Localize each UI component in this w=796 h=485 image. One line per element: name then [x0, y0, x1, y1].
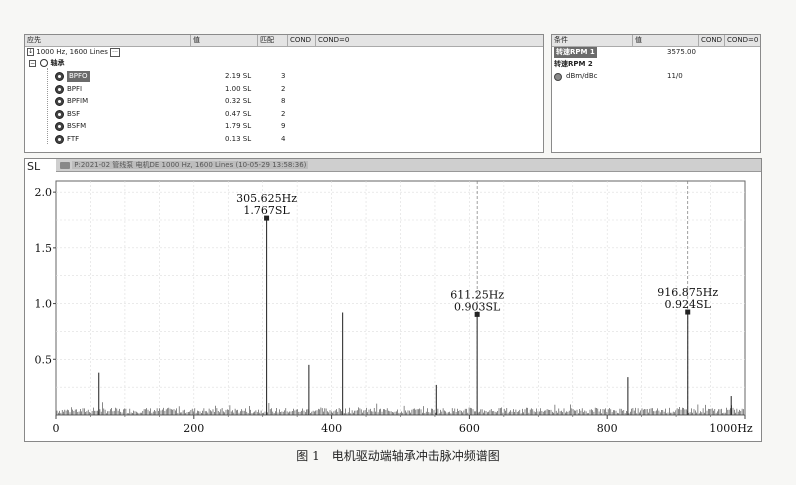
- x-tick-label: 0: [53, 422, 60, 435]
- bearing-value: 1.79 SL: [225, 122, 252, 130]
- col-header-match[interactable]: 匹配: [257, 35, 274, 46]
- bearing-table-header: 应先 值 匹配 COND COND=0: [25, 35, 543, 47]
- bearing-icon: [55, 84, 64, 94]
- bearing-icon: [55, 72, 64, 81]
- y-tick-label: 0.5: [35, 353, 53, 366]
- bearing-value: 0.13 SL: [225, 134, 252, 143]
- bearing-value: 0.47 SL: [225, 109, 252, 118]
- x-tick-label: 1000Hz: [709, 422, 753, 435]
- spectrum-chart-panel: SL P:2021-02 管线泵 电机DE 1000 Hz, 1600 Line…: [24, 158, 762, 442]
- bearing-name: BSF: [67, 109, 81, 118]
- y-tick-label: 1.0: [35, 298, 53, 311]
- root-node-label: 1000 Hz, 1600 Lines: [36, 48, 108, 56]
- col-header-value[interactable]: 值: [190, 35, 200, 46]
- root-node[interactable]: ↓ 1000 Hz, 1600 Lines ···: [27, 47, 120, 58]
- bearing-match-count: 2: [281, 109, 286, 118]
- bearing-group-label: 轴承: [50, 59, 65, 67]
- bearing-row[interactable]: BPFO 2.19 SL 3: [25, 71, 535, 82]
- bearing-name: BPFO: [67, 71, 90, 82]
- bearing-match-count: 4: [281, 134, 286, 143]
- bearing-name: BPFI: [67, 84, 83, 93]
- condition-name: 转速RPM 2: [554, 60, 593, 68]
- peak-amplitude-label: 1.767SL: [243, 204, 290, 217]
- bearing-name: FTF: [67, 134, 80, 143]
- peak-amplitude-label: 0.903SL: [454, 300, 501, 313]
- col-header-cond20[interactable]: COND=0: [724, 35, 758, 46]
- condition-value: 11/0: [667, 72, 683, 80]
- signal-icon: [554, 73, 562, 81]
- x-tick-label: 400: [321, 422, 342, 435]
- bearing-icon: [55, 109, 64, 119]
- condition-name: 转速RPM 1: [554, 47, 597, 58]
- col-header-name[interactable]: 应先: [25, 35, 41, 46]
- bearing-match-count: 8: [281, 97, 286, 105]
- x-tick-label: 600: [459, 422, 480, 435]
- bearing-icon: [55, 134, 64, 144]
- bearing-match-count: 2: [281, 84, 286, 93]
- bearing-row[interactable]: BPFIM 0.32 SL 8: [25, 96, 535, 107]
- condition-row[interactable]: 转速RPM 2: [552, 59, 758, 70]
- condition-table-header: 条件 值 COND COND=0: [552, 35, 760, 47]
- bearing-value: 1.00 SL: [225, 84, 252, 93]
- bearing-match-count: 9: [281, 122, 286, 130]
- bearing-name: BSFM: [67, 122, 87, 130]
- y-tick-label: 1.5: [35, 242, 53, 255]
- download-icon: ↓: [27, 48, 34, 56]
- col-header-condition[interactable]: 条件: [552, 35, 568, 46]
- x-tick-label: 200: [183, 422, 204, 435]
- condition-row[interactable]: dBm/dBc 11/0: [552, 71, 758, 82]
- bearing-match-count: 3: [281, 72, 286, 80]
- bearing-name: BPFIM: [67, 97, 89, 105]
- bearing-table-panel: 应先 值 匹配 COND COND=0 ↓ 1000 Hz, 1600 Line…: [24, 34, 544, 153]
- more-button[interactable]: ···: [110, 47, 120, 57]
- peak-amplitude-label: 0.924SL: [665, 298, 712, 311]
- bearing-row[interactable]: FTF 0.13 SL 4: [25, 134, 535, 145]
- collapse-icon[interactable]: −: [29, 59, 36, 67]
- bearing-value: 2.19 SL: [225, 72, 252, 80]
- col-header-cond-value[interactable]: 值: [632, 35, 642, 46]
- bearing-value: 0.32 SL: [225, 97, 252, 105]
- condition-name: dBm/dBc: [566, 72, 598, 80]
- y-tick-label: 2.0: [35, 186, 53, 199]
- bearing-icon: [55, 97, 64, 106]
- col-header-cond2[interactable]: COND: [698, 35, 722, 46]
- component-icon: [40, 59, 49, 67]
- condition-table-panel: 条件 值 COND COND=0 转速RPM 1 3575.00 转速RPM 2 dB…: [551, 34, 761, 153]
- bearing-row[interactable]: BSFM 1.79 SL 9: [25, 121, 535, 132]
- bearing-row[interactable]: BSF 0.47 SL 2: [25, 109, 535, 120]
- bearing-row[interactable]: BPFI 1.00 SL 2: [25, 84, 535, 95]
- condition-value: 3575.00: [667, 48, 696, 56]
- col-header-cond0[interactable]: COND=0: [315, 35, 349, 46]
- col-header-cond[interactable]: COND: [287, 35, 311, 46]
- x-tick-label: 800: [597, 422, 618, 435]
- bearing-icon: [55, 122, 64, 131]
- figure-caption: 图 1 电机驱动端轴承冲击脉冲频谱图: [296, 449, 500, 463]
- condition-row[interactable]: 转速RPM 1 3575.00: [552, 47, 758, 58]
- spectrum-plot[interactable]: 305.625Hz1.767SL611.25Hz0.903SL916.875Hz…: [25, 159, 761, 441]
